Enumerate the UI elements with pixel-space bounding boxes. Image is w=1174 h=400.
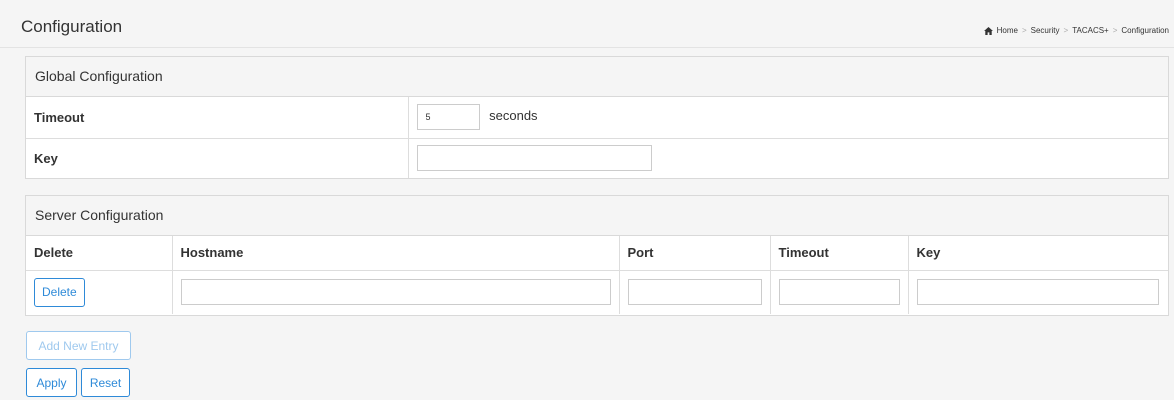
column-port: Port	[619, 236, 771, 270]
key-row: Key	[26, 137, 1168, 178]
breadcrumb-separator: >	[1063, 26, 1069, 35]
breadcrumb-configuration: Configuration	[1121, 26, 1169, 35]
page-header: Configuration Home > Security > TACACS+ …	[0, 0, 1174, 48]
port-cell	[619, 269, 771, 314]
global-configuration-heading: Global Configuration	[26, 57, 1168, 97]
server-key-input[interactable]	[916, 279, 1159, 306]
timeout-unit: seconds	[489, 108, 538, 124]
breadcrumb-tacacs[interactable]: TACACS+	[1072, 26, 1109, 35]
column-key: Key	[916, 245, 941, 261]
key-label: Key	[26, 137, 409, 178]
breadcrumb: Home > Security > TACACS+ > Configuratio…	[983, 26, 1169, 35]
port-input[interactable]	[627, 279, 762, 306]
breadcrumb-separator: >	[1021, 26, 1027, 35]
breadcrumb-separator: >	[1112, 26, 1118, 35]
table-row: Delete	[26, 269, 1168, 314]
timeout-label: Timeout	[26, 97, 409, 138]
hostname-input[interactable]	[180, 279, 611, 306]
delete-button[interactable]: Delete	[34, 277, 85, 307]
timeout-row: Timeout seconds	[26, 97, 1168, 138]
server-configuration-panel: Server Configuration Delete Hostname Por…	[25, 195, 1169, 316]
server-timeout-cell	[770, 269, 909, 314]
server-configuration-table: Delete Hostname Port Timeout Key Delete	[26, 236, 1168, 314]
global-configuration-table: Timeout seconds Key	[26, 97, 1168, 178]
breadcrumb-home[interactable]: Home	[997, 26, 1018, 35]
reset-button[interactable]: Reset	[81, 368, 130, 397]
hostname-cell	[172, 269, 620, 314]
key-cell	[408, 137, 1168, 178]
page-title: Configuration	[21, 17, 123, 36]
breadcrumb-security[interactable]: Security	[1031, 26, 1060, 35]
timeout-cell: seconds	[408, 97, 1168, 138]
server-table-header: Delete Hostname Port Timeout Key	[26, 236, 1168, 270]
column-hostname: Hostname	[172, 236, 620, 270]
column-timeout: Timeout	[770, 236, 909, 270]
delete-cell: Delete	[26, 269, 173, 314]
add-new-entry-button[interactable]: Add New Entry	[26, 331, 131, 360]
home-icon	[983, 26, 993, 35]
server-timeout-input[interactable]	[778, 279, 900, 306]
key-input[interactable]	[416, 145, 652, 172]
server-key-cell	[908, 269, 1168, 314]
column-delete: Delete	[26, 236, 173, 270]
server-configuration-heading: Server Configuration	[26, 196, 1168, 236]
apply-button[interactable]: Apply	[26, 368, 77, 397]
global-configuration-panel: Global Configuration Timeout seconds Key	[25, 56, 1169, 179]
timeout-input[interactable]	[416, 104, 480, 131]
